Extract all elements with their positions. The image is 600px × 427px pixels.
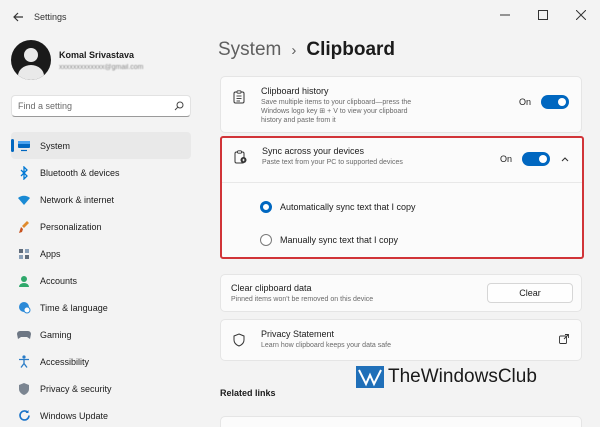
- search-box[interactable]: Find a setting: [11, 95, 191, 117]
- bluetooth-icon: [17, 165, 31, 180]
- privacy-description: Learn how clipboard keeps your data safe: [261, 342, 391, 349]
- user-profile[interactable]: Komal Srivastava xxxxxxxxxxxxx@gmail.com: [11, 40, 144, 80]
- apps-icon: [17, 247, 31, 261]
- sync-card: Sync across your devices Paste text from…: [220, 136, 584, 259]
- shield-icon: [17, 382, 31, 396]
- shield-outline-icon: [231, 332, 247, 348]
- related-link-card[interactable]: [220, 416, 582, 427]
- breadcrumb-separator: ›: [291, 41, 297, 59]
- sidebar-item-label: Accounts: [40, 275, 78, 286]
- clear-clipboard-card: Clear clipboard data Pinned items won't …: [220, 274, 582, 312]
- gamepad-icon: [17, 328, 31, 342]
- minimize-icon: [500, 14, 510, 16]
- update-icon: [17, 409, 31, 423]
- clipboard-history-card: Clipboard history Save multiple items to…: [220, 76, 582, 133]
- radio-manual[interactable]: [260, 234, 272, 246]
- close-icon: [576, 10, 586, 20]
- clipboard-history-toggle[interactable]: [541, 95, 569, 109]
- sidebar-item-accessibility[interactable]: Accessibility: [11, 348, 191, 375]
- window-controls: [486, 0, 600, 30]
- breadcrumb: System › Clipboard: [218, 39, 395, 61]
- globe-clock-icon: [17, 301, 31, 315]
- close-button[interactable]: [562, 0, 600, 30]
- search-input[interactable]: Find a setting: [18, 101, 174, 111]
- privacy-card[interactable]: Privacy Statement Learn how clipboard ke…: [220, 319, 582, 361]
- radio-automatic-label: Automatically sync text that I copy: [280, 202, 416, 212]
- sidebar-item-time-language[interactable]: Time & language: [11, 294, 191, 321]
- maximize-button[interactable]: [524, 0, 562, 30]
- page-title: Clipboard: [306, 39, 396, 60]
- sidebar-nav: System Bluetooth & devices Network & int…: [11, 132, 191, 427]
- person-icon: [17, 274, 31, 288]
- external-link-icon[interactable]: [559, 334, 569, 344]
- sidebar-item-label: Network & internet: [40, 194, 115, 205]
- watermark-text: TheWindowsClub: [388, 366, 537, 387]
- maximize-icon: [538, 10, 548, 20]
- sidebar-item-apps[interactable]: Apps: [11, 240, 191, 267]
- sync-state: On: [499, 154, 512, 164]
- monitor-icon: [17, 139, 31, 153]
- sidebar-item-privacy-security[interactable]: Privacy & security: [11, 375, 191, 402]
- sync-option-manual[interactable]: Manually sync text that I copy: [260, 234, 398, 246]
- sidebar-item-network[interactable]: Network & internet: [11, 186, 191, 213]
- sidebar-item-label: Gaming: [40, 329, 72, 340]
- profile-email: xxxxxxxxxxxxx@gmail.com: [59, 63, 144, 71]
- avatar: [11, 40, 51, 80]
- profile-name: Komal Srivastava: [59, 49, 135, 60]
- sidebar-item-label: Privacy & security: [40, 383, 112, 394]
- search-icon: [174, 101, 184, 111]
- windowsclub-logo-icon: [356, 366, 384, 388]
- minimize-button[interactable]: [486, 0, 524, 30]
- sidebar-item-label: Windows Update: [40, 410, 109, 421]
- app-title: Settings: [34, 12, 67, 22]
- sidebar-item-label: Apps: [40, 248, 61, 259]
- clipboard-history-state: On: [518, 97, 531, 107]
- sidebar: Komal Srivastava xxxxxxxxxxxxx@gmail.com…: [0, 34, 205, 427]
- title-bar: Settings: [0, 0, 600, 34]
- watermark: TheWindowsClub: [356, 366, 537, 388]
- related-links-title: Related links: [220, 388, 276, 398]
- clear-button[interactable]: Clear: [487, 283, 573, 303]
- breadcrumb-parent[interactable]: System: [218, 39, 281, 61]
- sidebar-item-label: Personalization: [40, 221, 102, 232]
- sync-divider: [222, 182, 582, 183]
- radio-manual-label: Manually sync text that I copy: [280, 235, 399, 245]
- sidebar-item-accounts[interactable]: Accounts: [11, 267, 191, 294]
- sync-toggle-group: On: [500, 152, 570, 166]
- sidebar-item-label: Time & language: [40, 302, 108, 313]
- clipboard-history-toggle-group: On: [519, 95, 569, 109]
- chevron-up-icon[interactable]: [560, 154, 570, 164]
- wifi-icon: [17, 193, 31, 207]
- sidebar-item-bluetooth[interactable]: Bluetooth & devices: [11, 159, 191, 186]
- sidebar-item-label: System: [40, 140, 71, 151]
- sync-toggle[interactable]: [522, 152, 550, 166]
- sidebar-item-gaming[interactable]: Gaming: [11, 321, 191, 348]
- accessibility-icon: [17, 355, 31, 369]
- sidebar-item-label: Bluetooth & devices: [40, 167, 120, 178]
- clipboard-list-icon: [231, 89, 247, 105]
- clipboard-sync-icon: [232, 149, 248, 165]
- back-button[interactable]: [8, 7, 28, 27]
- sidebar-item-personalization[interactable]: Personalization: [11, 213, 191, 240]
- sync-option-automatic[interactable]: Automatically sync text that I copy: [260, 201, 416, 213]
- brush-icon: [17, 220, 31, 234]
- privacy-title: Privacy Statement: [261, 329, 335, 339]
- sidebar-item-windows-update[interactable]: Windows Update: [11, 402, 191, 427]
- sidebar-item-label: Accessibility: [40, 356, 90, 367]
- radio-automatic[interactable]: [260, 201, 272, 213]
- sidebar-item-system[interactable]: System: [11, 132, 191, 159]
- back-arrow-icon: [13, 12, 23, 22]
